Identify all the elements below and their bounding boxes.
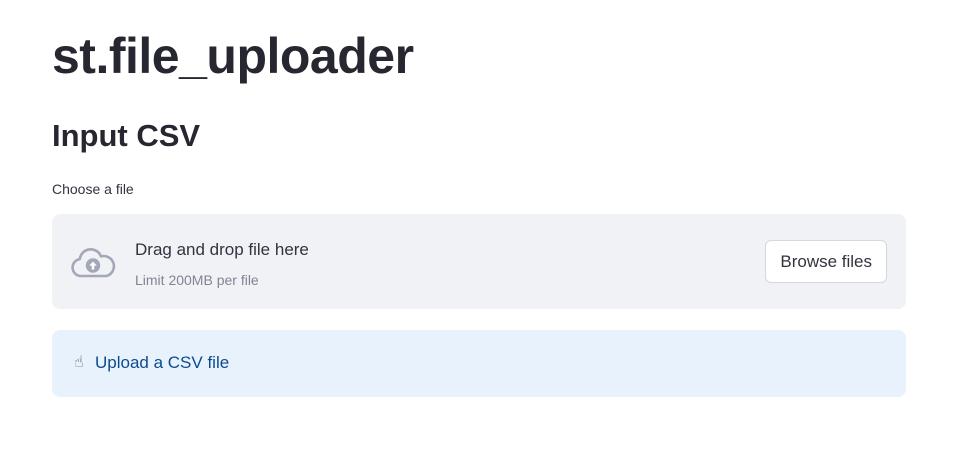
dropzone-size-limit: Limit 200MB per file	[135, 272, 259, 288]
info-alert: ☝ Upload a CSV file	[52, 330, 906, 397]
browse-files-button[interactable]: Browse files	[765, 240, 887, 283]
app-main: st.file_uploader Input CSV Choose a file…	[0, 0, 960, 464]
cloud-upload-icon	[71, 248, 116, 278]
file-uploader-label: Choose a file	[52, 181, 134, 197]
info-alert-text: Upload a CSV file	[95, 353, 230, 372]
section-subheader: Input CSV	[52, 118, 201, 153]
file-dropzone[interactable]: Drag and drop file here Limit 200MB per …	[52, 214, 906, 309]
dropzone-instructions: Drag and drop file here	[135, 240, 309, 259]
page-title: st.file_uploader	[52, 28, 414, 84]
pointing-up-icon: ☝	[74, 354, 84, 371]
